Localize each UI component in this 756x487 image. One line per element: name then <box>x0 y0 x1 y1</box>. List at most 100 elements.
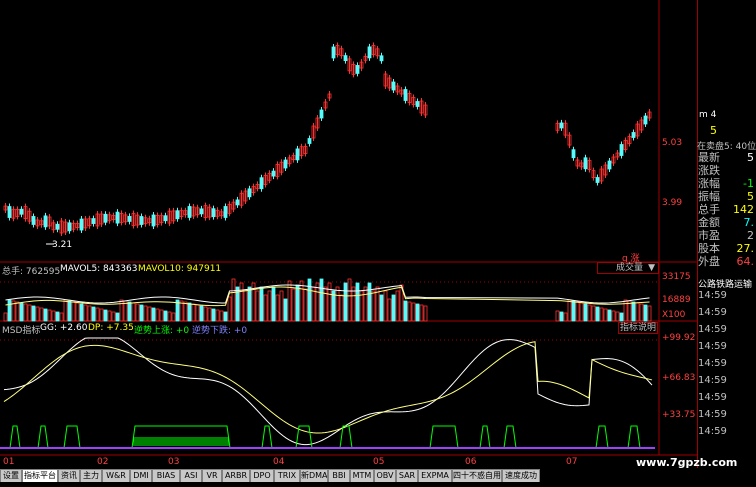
volume-bar <box>571 300 576 322</box>
volume-bar <box>583 303 588 322</box>
volume-bar <box>3 312 8 322</box>
volume-bar <box>323 286 328 322</box>
tab-14[interactable]: MTM <box>350 469 374 482</box>
volume-bar <box>295 284 300 322</box>
tick-time: 14:59 <box>698 358 727 369</box>
tab-16[interactable]: SAR <box>396 469 418 482</box>
quote-row: 总手 142 <box>698 203 756 216</box>
candle-body <box>235 199 240 206</box>
tab-1[interactable]: 指标平台 <box>22 469 58 482</box>
tab-4[interactable]: W&R <box>102 469 130 482</box>
volume-bar <box>423 305 428 322</box>
candle-body <box>343 55 348 62</box>
volume-bar <box>567 299 572 322</box>
volume-bar <box>639 303 644 322</box>
candle-body <box>571 149 576 159</box>
tab-8[interactable]: VR <box>202 469 222 482</box>
indicator-help-button[interactable]: 指标说明 <box>618 322 658 334</box>
tab-5[interactable]: DMI <box>130 469 152 482</box>
quote-row-value: 64. <box>736 255 755 268</box>
volume-bar <box>59 312 64 322</box>
quote-row-label: 市盈 <box>698 229 720 242</box>
candle-body <box>331 46 336 59</box>
candle-body <box>175 210 180 220</box>
tab-9[interactable]: ARBR <box>222 469 250 482</box>
msd-gg-line <box>3 337 653 446</box>
quote-row: 外盘 64. <box>698 255 756 268</box>
price-axis-label-2: 3.99 <box>662 198 683 208</box>
candle-body <box>103 213 108 223</box>
tick-time: 14:59 <box>698 375 727 386</box>
volume-indicator-dropdown[interactable]: 成交量 ▼ <box>597 262 659 274</box>
volume-bar <box>99 308 104 322</box>
volume-bar <box>35 306 40 322</box>
quote-row-value: 2 <box>747 229 754 242</box>
volume-bar <box>143 305 148 322</box>
quote-row-value: 7. <box>743 216 755 229</box>
candle-body <box>559 122 564 129</box>
volume-bar <box>55 311 60 322</box>
x-axis-label: 05 <box>373 457 385 467</box>
tab-15[interactable]: OBV <box>374 469 396 482</box>
volume-bar <box>363 286 368 322</box>
volume-bar <box>643 304 648 322</box>
volume-bar <box>15 301 20 322</box>
candle-body <box>283 159 288 169</box>
candle-body <box>139 216 144 225</box>
volume-bar <box>195 304 200 322</box>
tab-11[interactable]: TRIX <box>274 469 300 482</box>
volume-bar <box>23 303 28 322</box>
watermark: www.7gpzb.com <box>636 456 738 469</box>
candle-body <box>151 214 156 227</box>
msd-name: MSD指标 <box>2 326 41 336</box>
chevron-down-icon: ▼ <box>648 263 655 273</box>
volume-bar <box>71 301 76 322</box>
signal-bump <box>595 425 609 449</box>
volume-bar <box>339 294 344 322</box>
tab-12[interactable]: 新DMA <box>300 469 328 482</box>
volume-bar <box>259 286 264 322</box>
tab-3[interactable]: 主力 <box>80 469 102 482</box>
stock-chart[interactable] <box>0 0 756 487</box>
volume-bar <box>587 304 592 322</box>
volume-bar <box>647 305 652 322</box>
volume-bar <box>183 301 188 322</box>
quote-top-small: m 4 <box>699 110 717 120</box>
x-axis-label: 04 <box>273 457 285 467</box>
tab-19[interactable]: 速度成功 <box>502 469 540 482</box>
tab-2[interactable]: 资讯 <box>58 469 80 482</box>
volume-bar <box>335 286 340 322</box>
tab-17[interactable]: EXPMA <box>418 469 452 482</box>
volume-bar <box>103 309 108 322</box>
volume-bar <box>151 307 156 322</box>
volume-bar <box>635 302 640 322</box>
volume-bar <box>159 309 164 322</box>
volume-bar <box>7 299 12 322</box>
volume-bar <box>123 300 128 322</box>
tab-6[interactable]: BIAS <box>152 469 180 482</box>
volume-bar <box>167 311 172 322</box>
volume-bar <box>243 290 248 322</box>
volume-bar <box>351 286 356 322</box>
tab-10[interactable]: DPO <box>250 469 274 482</box>
tab-7[interactable]: ASI <box>180 469 202 482</box>
msd-axis-label-1: +99.92 <box>662 333 696 343</box>
volume-bar <box>563 312 568 322</box>
quote-row-value: 27. <box>736 242 755 255</box>
tab-13[interactable]: BBI <box>328 469 350 482</box>
quote-row-label: 振幅 <box>698 190 720 203</box>
volume-bar <box>291 288 296 322</box>
tab-18[interactable]: 四十不惑自用2 <box>452 469 502 482</box>
candle-body <box>355 65 360 74</box>
volume-ma10-label: MAVOL10: 947911 <box>138 264 222 274</box>
quote-row-label: 总手 <box>698 203 720 216</box>
tab-0[interactable]: 设置 <box>0 469 22 482</box>
volume-bar <box>115 312 120 322</box>
volume-axis-label-2: 16889 <box>662 295 691 305</box>
volume-bar <box>179 300 184 322</box>
quote-row: 最新 5 <box>698 151 756 164</box>
volume-bar <box>331 290 336 322</box>
signal-bump <box>503 425 517 449</box>
volume-bar <box>311 286 316 322</box>
volume-bar <box>51 310 56 322</box>
